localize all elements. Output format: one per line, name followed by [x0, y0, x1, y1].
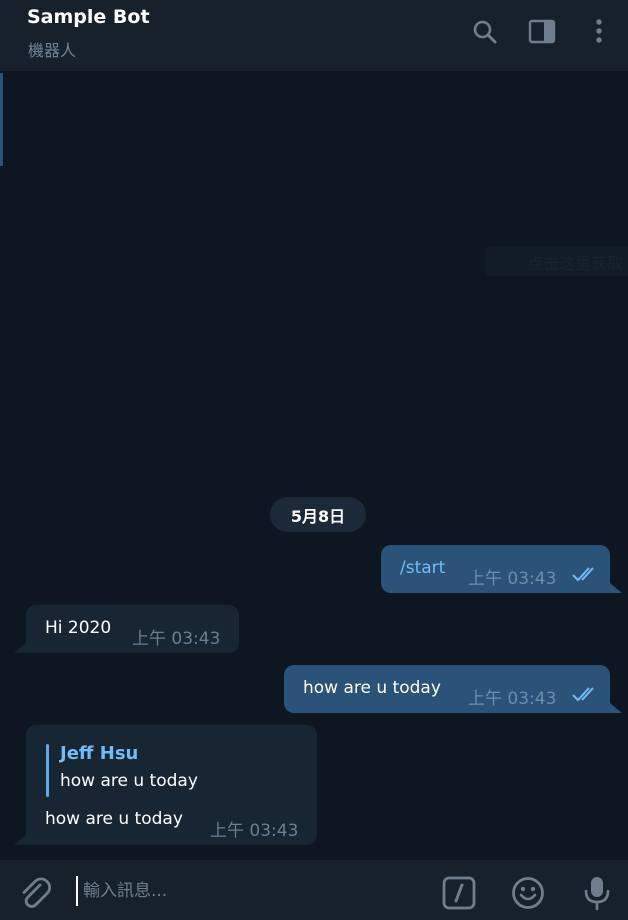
pinned-hint: 点击这里获取 [485, 246, 628, 276]
bubble-tail [14, 643, 26, 653]
pinned-hint-text: 点击这里获取 [527, 254, 624, 273]
emoji-button[interactable] [509, 874, 547, 912]
chat-window: Sample Bot 機器人 点击这里获取 5月8日 /start 上午 03:… [0, 0, 628, 920]
reply-author: Jeff Hsu [60, 743, 139, 764]
reply-bar [46, 744, 49, 797]
emoji-icon [512, 877, 544, 909]
voice-record-button[interactable] [578, 874, 616, 912]
bot-commands-icon [442, 876, 476, 910]
reply-text: how are u today [60, 771, 198, 791]
date-separator: 5月8日 [270, 497, 366, 532]
paperclip-icon [22, 877, 52, 908]
message-time: 上午 03:43 [468, 689, 557, 709]
message-text: how are u today [303, 678, 441, 698]
chat-header: Sample Bot 機器人 [0, 0, 628, 72]
chat-subtitle: 機器人 [28, 41, 77, 60]
bubble-tail [14, 835, 26, 845]
bot-command-link[interactable]: /start [400, 558, 445, 578]
bubble-tail [610, 703, 622, 713]
bot-commands-button[interactable] [440, 874, 478, 912]
more-menu-button[interactable] [583, 14, 615, 50]
chat-title[interactable]: Sample Bot [27, 6, 150, 28]
more-vertical-icon [596, 19, 602, 43]
message-time: 上午 03:43 [210, 821, 299, 841]
message-time: 上午 03:43 [468, 569, 557, 589]
message-text: how are u today [45, 809, 183, 829]
microphone-icon [584, 877, 610, 911]
message-composer [0, 860, 628, 920]
search-button[interactable] [469, 14, 501, 50]
double-check-icon [572, 687, 594, 702]
sidebar-toggle-icon [528, 19, 556, 44]
search-icon [473, 20, 497, 44]
double-check-icon [572, 567, 594, 582]
sidebar-toggle-button[interactable] [526, 14, 558, 50]
message-input[interactable] [76, 876, 416, 906]
attach-button[interactable] [16, 874, 54, 912]
bubble-tail [610, 583, 622, 593]
message-text: Hi 2020 [45, 618, 112, 638]
message-time: 上午 03:43 [132, 629, 221, 649]
message-list[interactable]: 点击这里获取 5月8日 /start 上午 03:43 Hi 2020 上午 0… [0, 73, 628, 860]
